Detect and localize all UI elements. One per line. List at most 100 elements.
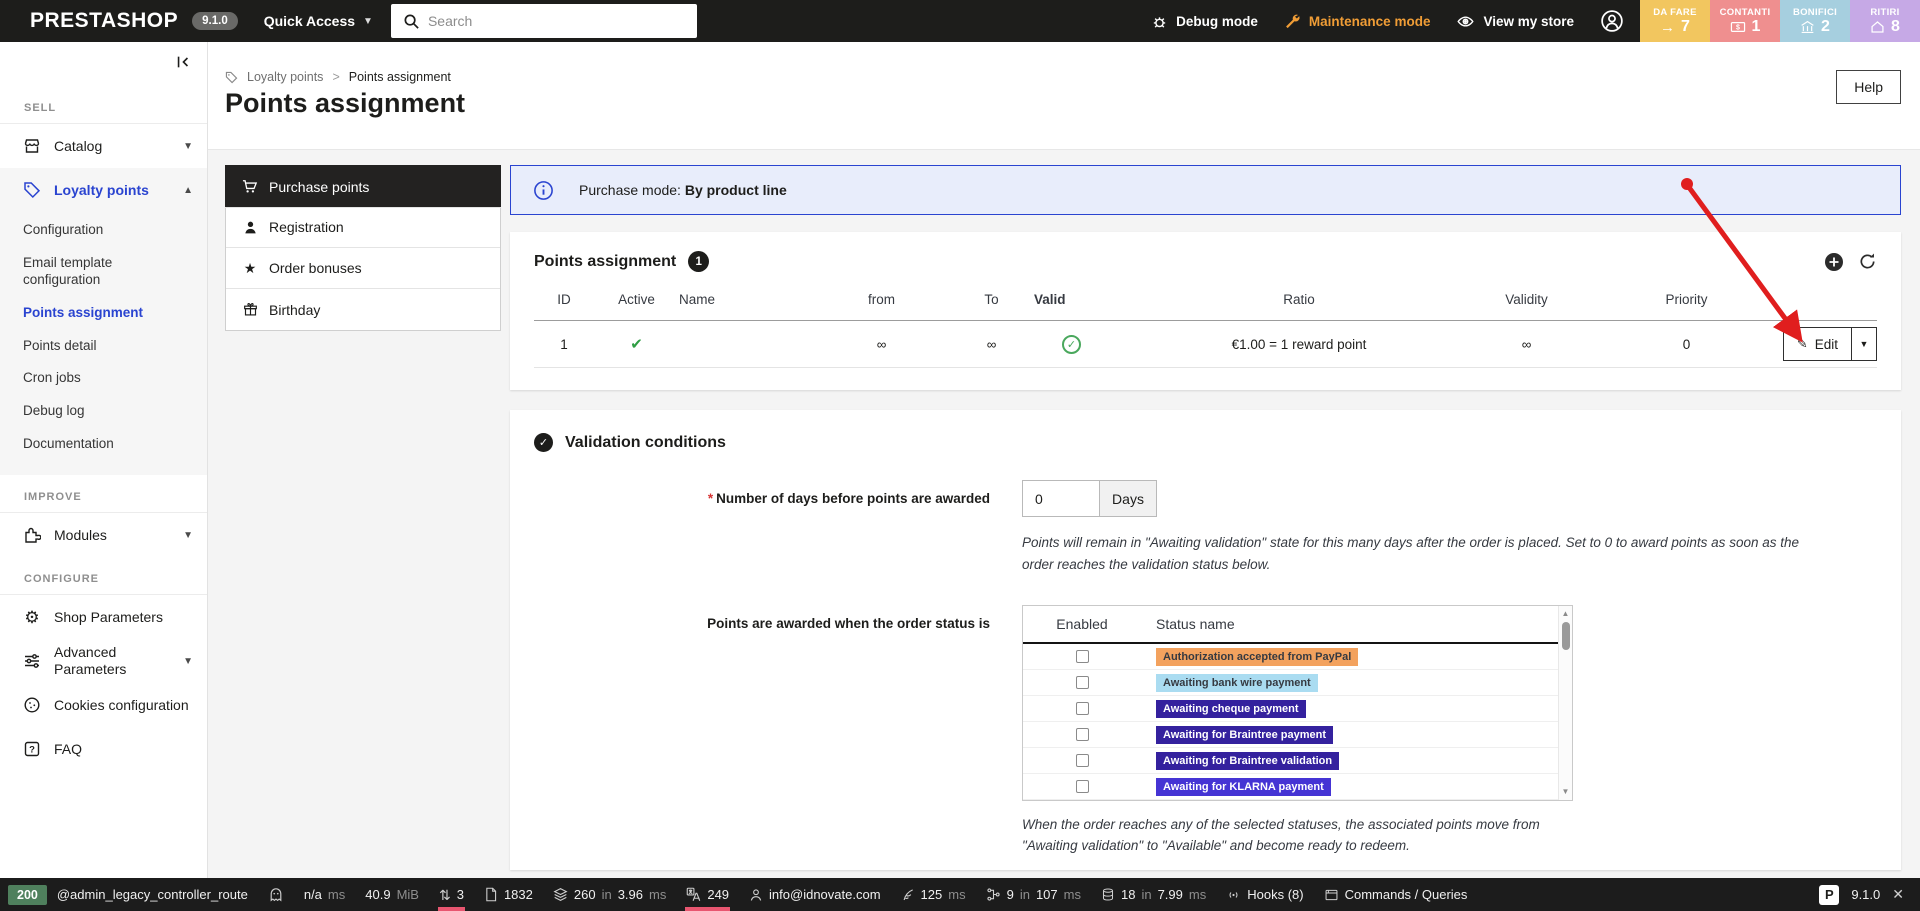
search-input[interactable] bbox=[428, 13, 697, 29]
status-checkbox[interactable] bbox=[1076, 676, 1089, 689]
status-row: Awaiting cheque payment bbox=[1023, 696, 1572, 722]
twig-item[interactable]: 125ms bbox=[891, 878, 976, 911]
ajax-requests-item[interactable]: ⇅3 bbox=[429, 878, 474, 911]
symfony-profiler-item[interactable] bbox=[258, 878, 294, 911]
sidebar-item-points-detail[interactable]: Points detail bbox=[0, 330, 207, 363]
logs-count: 1832 bbox=[504, 887, 533, 902]
tab-purchase-points[interactable]: Purchase points bbox=[225, 165, 501, 208]
status-checkbox[interactable] bbox=[1076, 754, 1089, 767]
sidebar-item-label: Advanced Parameters bbox=[54, 644, 171, 678]
cache-calls: 260 bbox=[574, 887, 596, 902]
days-unit-addon: Days bbox=[1100, 480, 1157, 517]
tab-order-bonuses[interactable]: ★ Order bonuses bbox=[226, 248, 500, 289]
time-item[interactable]: n/ams bbox=[294, 878, 355, 911]
sidebar-item-documentation[interactable]: Documentation bbox=[0, 428, 207, 461]
layers-icon bbox=[553, 887, 568, 902]
sidebar-item-email-template-configuration[interactable]: Email template configuration bbox=[0, 247, 207, 297]
edit-button[interactable]: ✎ Edit bbox=[1784, 328, 1851, 360]
page-header: Loyalty points > Points assignment Point… bbox=[208, 42, 1920, 150]
sidebar-item-points-assignment[interactable]: Points assignment bbox=[0, 297, 207, 330]
database-item[interactable]: 18in7.99ms bbox=[1091, 878, 1216, 911]
cell-ratio: €1.00 = 1 reward point bbox=[1164, 337, 1434, 352]
breadcrumb-parent[interactable]: Loyalty points bbox=[247, 70, 323, 84]
debug-mode-button[interactable]: Debug mode bbox=[1151, 13, 1258, 30]
arrow-right-icon: → bbox=[1660, 20, 1675, 35]
cell-priority: 0 bbox=[1619, 337, 1754, 352]
logs-item[interactable]: 1832 bbox=[474, 878, 543, 911]
sidebar-item-faq[interactable]: ? FAQ bbox=[0, 727, 207, 771]
tag-icon bbox=[225, 71, 238, 84]
pencil-icon: ✎ bbox=[1797, 336, 1808, 352]
status-checkbox[interactable] bbox=[1076, 728, 1089, 741]
notification-ritiri[interactable]: RITIRI 8 bbox=[1850, 0, 1920, 42]
add-row-button[interactable] bbox=[1824, 252, 1844, 272]
maintenance-mode-button[interactable]: Maintenance mode bbox=[1284, 13, 1431, 30]
hooks-item[interactable]: Hooks (8) bbox=[1216, 878, 1313, 911]
notification-bonifici[interactable]: BONIFICI 2 bbox=[1780, 0, 1850, 42]
sidebar-item-debug-log[interactable]: Debug log bbox=[0, 395, 207, 428]
notification-da-fare[interactable]: DA FARE →7 bbox=[1640, 0, 1710, 42]
eye-icon bbox=[1456, 13, 1475, 30]
tab-label: Birthday bbox=[269, 302, 320, 318]
status-checkbox[interactable] bbox=[1076, 702, 1089, 715]
notification-contanti[interactable]: CONTANTI $1 bbox=[1710, 0, 1780, 42]
prestashop-version: 9.1.0 bbox=[1851, 887, 1880, 902]
days-input[interactable] bbox=[1022, 480, 1100, 517]
sidebar-item-catalog[interactable]: Catalog ▼ bbox=[0, 124, 207, 168]
person-icon bbox=[749, 888, 763, 902]
column-enabled: Enabled bbox=[1023, 616, 1141, 632]
column-valid: Valid bbox=[1034, 292, 1164, 307]
forms-item[interactable]: 9in107ms bbox=[976, 878, 1091, 911]
cache-item[interactable]: 260in3.96ms bbox=[543, 878, 676, 911]
edit-split-button: ✎ Edit ▼ bbox=[1783, 327, 1877, 361]
sidebar-item-label: Cookies configuration bbox=[54, 697, 193, 714]
tab-registration[interactable]: Registration bbox=[226, 207, 500, 248]
question-icon: ? bbox=[22, 740, 42, 758]
debug-mode-label: Debug mode bbox=[1176, 14, 1258, 29]
sidebar-item-shop-parameters[interactable]: ⚙ Shop Parameters bbox=[0, 595, 207, 639]
profile-menu-button[interactable] bbox=[1600, 9, 1624, 33]
commands-queries-item[interactable]: Commands / Queries bbox=[1314, 878, 1478, 911]
active-check-icon: ✔ bbox=[630, 336, 643, 353]
sidebar-item-configuration[interactable]: Configuration bbox=[0, 214, 207, 247]
row-count-badge: 1 bbox=[688, 251, 709, 272]
time-unit: ms bbox=[328, 887, 345, 902]
status-checkbox[interactable] bbox=[1076, 650, 1089, 663]
view-my-store-button[interactable]: View my store bbox=[1456, 13, 1574, 30]
help-button[interactable]: Help bbox=[1836, 70, 1901, 104]
loyalty-submenu: Configuration Email template configurati… bbox=[0, 212, 207, 475]
scroll-down-arrow[interactable]: ▼ bbox=[1562, 784, 1570, 800]
quick-access-menu[interactable]: Quick Access ▼ bbox=[264, 13, 373, 29]
sidebar-item-advanced-parameters[interactable]: Advanced Parameters ▼ bbox=[0, 639, 207, 683]
edit-dropdown-toggle[interactable]: ▼ bbox=[1851, 328, 1876, 360]
close-toolbar-button[interactable]: ✕ bbox=[1892, 886, 1904, 903]
sliders-icon bbox=[22, 652, 42, 670]
route-item[interactable]: @admin_legacy_controller_route bbox=[47, 878, 258, 911]
sidebar-item-modules[interactable]: Modules ▼ bbox=[0, 513, 207, 557]
sidebar-item-cookies-configuration[interactable]: Cookies configuration bbox=[0, 683, 207, 727]
tab-label: Registration bbox=[269, 219, 344, 235]
chevron-down-icon: ▼ bbox=[363, 16, 373, 27]
tab-birthday[interactable]: Birthday bbox=[226, 289, 500, 330]
cart-icon bbox=[241, 179, 259, 194]
sidebar-item-cron-jobs[interactable]: Cron jobs bbox=[0, 362, 207, 395]
quick-access-label: Quick Access bbox=[264, 13, 355, 29]
status-checkbox[interactable] bbox=[1076, 780, 1089, 793]
svg-text:?: ? bbox=[29, 745, 35, 756]
refresh-button[interactable] bbox=[1858, 252, 1877, 271]
sidebar-collapse-button[interactable] bbox=[175, 54, 191, 70]
status-row: Awaiting bank wire payment bbox=[1023, 670, 1572, 696]
scrollbar-thumb[interactable] bbox=[1562, 622, 1570, 650]
memory-item[interactable]: 40.9MiB bbox=[355, 878, 429, 911]
page-content: Purchase points Registration ★ Order bon… bbox=[208, 150, 1920, 878]
http-status-badge[interactable]: 200 bbox=[8, 885, 47, 905]
edit-button-label: Edit bbox=[1815, 337, 1838, 352]
scroll-up-arrow[interactable]: ▲ bbox=[1562, 606, 1570, 622]
alert-prefix: Purchase mode: bbox=[579, 182, 681, 198]
sidebar-item-loyalty-points[interactable]: Loyalty points ▲ bbox=[0, 168, 207, 212]
cell-id: 1 bbox=[534, 337, 594, 352]
user-item[interactable]: info@idnovate.com bbox=[739, 878, 890, 911]
prestashop-admin: PRESTASHOP 9.1.0 Quick Access ▼ Debug mo… bbox=[0, 0, 1920, 911]
workflow-icon bbox=[986, 887, 1001, 902]
translations-item[interactable]: 249 bbox=[676, 878, 739, 911]
